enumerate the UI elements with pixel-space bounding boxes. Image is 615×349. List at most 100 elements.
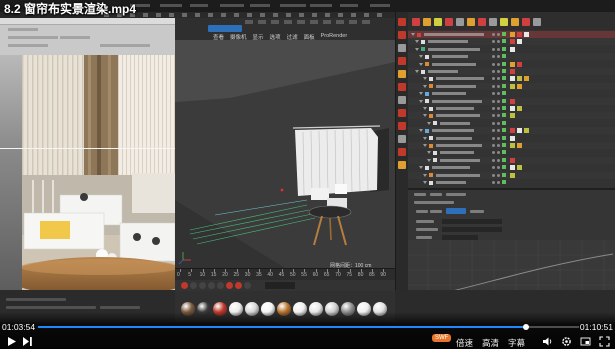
volume-icon[interactable] bbox=[542, 336, 553, 347]
object-name-text bbox=[436, 144, 482, 147]
toolbar-icon bbox=[351, 13, 356, 17]
timeline-tick-label: 85 bbox=[369, 272, 375, 278]
toolbar-icon bbox=[423, 18, 431, 26]
tree-toggle-icon bbox=[423, 173, 427, 177]
object-row bbox=[408, 53, 615, 61]
enable-check-icon bbox=[502, 98, 506, 103]
timeline-tick-label: 80 bbox=[357, 272, 364, 278]
object-type-icon bbox=[433, 121, 437, 126]
object-row bbox=[408, 156, 615, 164]
picture-in-picture-icon[interactable] bbox=[580, 336, 591, 347]
viewport-header-icon bbox=[349, 20, 357, 24]
toolbar-icon bbox=[500, 18, 508, 26]
play-icon[interactable] bbox=[6, 336, 17, 347]
picture-viewer-text bbox=[8, 28, 38, 31]
attr-field-label bbox=[416, 228, 438, 231]
object-name-text bbox=[440, 121, 470, 125]
tree-toggle-icon bbox=[427, 158, 431, 162]
attr-field-label bbox=[416, 220, 434, 223]
visibility-dot bbox=[492, 84, 495, 88]
object-tag-icon bbox=[510, 157, 515, 163]
enable-check-icon bbox=[502, 32, 506, 36]
visibility-dot bbox=[492, 173, 495, 177]
tool-icon bbox=[398, 148, 406, 156]
toolbar-icon bbox=[338, 13, 343, 17]
enable-check-icon bbox=[502, 143, 506, 147]
toolbar-icon bbox=[260, 13, 265, 17]
tree-toggle-icon bbox=[415, 70, 419, 73]
subtitle-button[interactable]: 字幕 bbox=[508, 337, 525, 349]
object-manager-toolbar bbox=[408, 12, 615, 30]
object-tag-icon bbox=[510, 98, 515, 104]
viewport-header-icon bbox=[271, 20, 279, 24]
quality-button[interactable]: 高清 bbox=[482, 337, 499, 349]
transport-button bbox=[181, 282, 188, 289]
tree-toggle-icon bbox=[415, 40, 419, 44]
visibility-dot bbox=[492, 33, 495, 36]
object-name-text bbox=[432, 55, 468, 59]
progress-fill bbox=[38, 326, 526, 328]
object-name-text bbox=[440, 151, 474, 155]
object-row bbox=[408, 68, 615, 75]
tree-toggle-icon bbox=[419, 129, 423, 133]
visibility-dot bbox=[497, 107, 500, 110]
visibility-dot bbox=[492, 47, 495, 51]
object-type-icon bbox=[429, 76, 433, 81]
object-row bbox=[408, 31, 615, 38]
object-name-text bbox=[432, 129, 474, 133]
toolbar-icon bbox=[182, 13, 187, 17]
object-type-icon bbox=[429, 113, 433, 118]
object-type-icon bbox=[425, 54, 429, 59]
object-row bbox=[408, 61, 615, 68]
object-row bbox=[408, 90, 615, 97]
status-text bbox=[6, 298, 66, 301]
tool-icon bbox=[398, 96, 406, 104]
speed-button[interactable]: 倍速 bbox=[456, 337, 473, 349]
enable-check-icon bbox=[502, 120, 506, 125]
visibility-dot bbox=[497, 77, 500, 81]
object-name-text bbox=[436, 136, 472, 140]
object-tag-icon bbox=[524, 32, 529, 37]
toolbar-icon bbox=[467, 18, 475, 26]
object-tag-icon bbox=[517, 32, 522, 37]
tool-icon bbox=[398, 57, 406, 65]
next-icon[interactable] bbox=[22, 336, 33, 347]
progress-thumb[interactable] bbox=[522, 324, 529, 330]
toolbar-icon bbox=[445, 18, 453, 26]
object-row bbox=[408, 142, 615, 149]
object-row bbox=[408, 75, 615, 82]
object-tag-icon bbox=[524, 76, 529, 82]
transport-button bbox=[235, 282, 242, 289]
visibility-dot bbox=[492, 121, 495, 125]
picture-viewer-text bbox=[8, 44, 48, 47]
object-row bbox=[408, 179, 615, 186]
toolbar-icon bbox=[299, 13, 304, 17]
visibility-dot bbox=[497, 166, 500, 170]
visibility-dot bbox=[497, 62, 500, 66]
tool-icon bbox=[398, 83, 406, 91]
object-tag-icon bbox=[510, 32, 515, 37]
viewport-header-icon bbox=[258, 20, 266, 24]
attr-tab-text bbox=[470, 210, 484, 213]
object-type-icon bbox=[429, 143, 433, 148]
fullscreen-icon[interactable] bbox=[599, 336, 610, 347]
tree-toggle-icon bbox=[419, 166, 423, 170]
object-name-text bbox=[436, 173, 480, 177]
tool-icon bbox=[398, 44, 406, 52]
object-row bbox=[408, 171, 615, 179]
timeline-tick bbox=[180, 269, 181, 272]
timeline-tick-label: 55 bbox=[301, 272, 307, 278]
object-row bbox=[408, 46, 615, 53]
video-player[interactable]: 8.2 窗帘布实景渲染.mp4 查看 摄像机 显示 选项 过滤 面板 ProRe… bbox=[0, 0, 615, 349]
visibility-dot bbox=[497, 173, 500, 177]
attr-menu-text bbox=[414, 193, 426, 196]
tree-toggle-icon bbox=[423, 181, 427, 184]
toolbar-icon bbox=[434, 18, 442, 26]
object-tag-icon bbox=[517, 39, 522, 45]
enable-check-icon bbox=[502, 91, 506, 96]
object-name-text bbox=[428, 47, 480, 51]
settings-icon[interactable] bbox=[561, 336, 572, 347]
progress-bar[interactable] bbox=[38, 324, 579, 330]
object-tag-icon bbox=[510, 39, 515, 45]
object-type-icon bbox=[421, 39, 425, 44]
